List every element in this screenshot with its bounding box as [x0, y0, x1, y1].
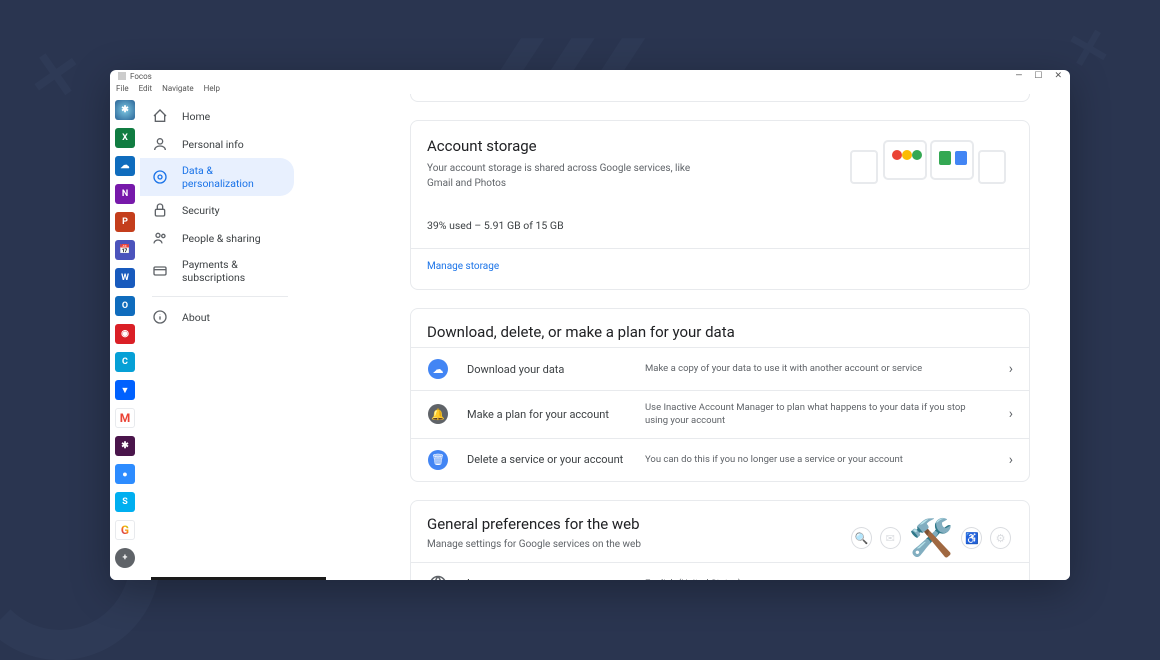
minimize-button[interactable]: — — [1015, 71, 1022, 81]
prefs-illustration-icon: 🔍 ✉ 🛠️ ♿ ⚙ — [851, 511, 1011, 566]
nav-item-people-sharing[interactable]: People & sharing — [140, 224, 294, 252]
app-launcher-icon[interactable]: ◉ — [115, 324, 135, 344]
people-icon — [152, 230, 168, 246]
previous-card-edge — [410, 94, 1030, 102]
nav-label: Payments & subscriptions — [182, 258, 282, 284]
info-icon — [152, 309, 168, 325]
app-launcher-icon[interactable]: C — [115, 352, 135, 372]
nav-item-home[interactable]: Home — [140, 102, 294, 130]
titlebar: Focos — ☐ ✕ — [110, 70, 1070, 82]
nav-label: Home — [182, 110, 210, 123]
chevron-right-icon: › — [1009, 452, 1013, 468]
app-launcher-icon[interactable]: 📅 — [115, 240, 135, 260]
nav-label: People & sharing — [182, 232, 261, 245]
data-plan-row[interactable]: 🔔 Make a plan for your account Use Inactiv… — [411, 390, 1029, 438]
row-icon: 🗑 — [427, 449, 449, 471]
nav-label: About — [182, 311, 210, 324]
lock-icon — [152, 202, 168, 218]
globe-icon — [427, 573, 449, 580]
card-icon — [152, 263, 168, 279]
nav-label: Data & personalization — [182, 164, 282, 190]
general-prefs-card: General preferences for the web Manage s… — [410, 500, 1030, 580]
account-storage-card: Account storage Your account storage is … — [410, 120, 1030, 290]
row-desc: Use Inactive Account Manager to plan wha… — [645, 401, 991, 428]
nav-label: Personal info — [182, 138, 244, 151]
app-sidebar: ✱ X ☁ NP 📅 WO ◉ C ▼ M ✱ ● SG + — [110, 94, 140, 580]
app-launcher-icon[interactable]: ✱ — [115, 436, 135, 456]
data-plan-title: Download, delete, or make a plan for you… — [411, 309, 1029, 347]
app-launcher-icon[interactable]: W — [115, 268, 135, 288]
chevron-right-icon: › — [1009, 361, 1013, 377]
data-plan-row[interactable]: ☁ Download your data Make a copy of your d… — [411, 347, 1029, 390]
data-plan-row[interactable]: 🗑 Delete a service or your account You can… — [411, 438, 1029, 481]
home-icon — [152, 108, 168, 124]
data-icon — [152, 169, 168, 185]
menu-edit[interactable]: Edit — [139, 84, 153, 93]
app-logo-icon — [118, 72, 126, 80]
nav-item-security[interactable]: Security — [140, 196, 294, 224]
app-launcher-icon[interactable]: G — [115, 520, 135, 540]
storage-desc: Your account storage is shared across Go… — [427, 161, 697, 191]
menu-navigate[interactable]: Navigate — [162, 84, 194, 93]
row-label: Delete a service or your account — [467, 453, 627, 466]
row-icon: 🔔 — [427, 403, 449, 425]
app-launcher-icon[interactable]: ✱ — [115, 100, 135, 120]
row-desc: You can do this if you no longer use a s… — [645, 453, 991, 466]
storage-illustration-icon — [849, 135, 1009, 189]
app-launcher-icon[interactable]: P — [115, 212, 135, 232]
app-launcher-icon[interactable]: M — [115, 408, 135, 428]
row-label: Download your data — [467, 363, 627, 376]
storage-used: 39% used – 5.91 GB of 15 GB — [427, 219, 1013, 232]
settings-nav: Home Personal info Data & personalization S… — [140, 94, 300, 580]
app-launcher-icon[interactable]: + — [115, 548, 135, 568]
nav-item-payments-subscriptions[interactable]: Payments & subscriptions — [140, 252, 294, 290]
chevron-right-icon: › — [1009, 406, 1013, 422]
app-launcher-icon[interactable]: N — [115, 184, 135, 204]
manage-storage-link[interactable]: Manage storage — [411, 248, 1029, 272]
app-window: Focos — ☐ ✕ File Edit Navigate Help ✱ X ☁ N… — [110, 70, 1070, 580]
nav-label: Security — [182, 204, 220, 217]
menu-file[interactable]: File — [116, 84, 129, 93]
app-launcher-icon[interactable]: X — [115, 128, 135, 148]
nav-item-data-personalization[interactable]: Data & personalization — [140, 158, 294, 196]
settings-content[interactable]: Account storage Your account storage is … — [300, 94, 1070, 580]
person-icon — [152, 136, 168, 152]
menu-help[interactable]: Help — [204, 84, 220, 93]
app-launcher-icon[interactable]: ▼ — [115, 380, 135, 400]
app-launcher-icon[interactable]: ● — [115, 464, 135, 484]
row-icon: ☁ — [427, 358, 449, 380]
menubar: File Edit Navigate Help — [110, 82, 1070, 94]
data-plan-card: Download, delete, or make a plan for you… — [410, 308, 1030, 482]
chevron-right-icon: › — [1009, 576, 1013, 580]
row-label: Make a plan for your account — [467, 408, 627, 421]
nav-divider — [152, 296, 288, 297]
nav-item-personal-info[interactable]: Personal info — [140, 130, 294, 158]
app-launcher-icon[interactable]: S — [115, 492, 135, 512]
app-launcher-icon[interactable]: O — [115, 296, 135, 316]
app-launcher-icon[interactable]: ☁ — [115, 156, 135, 176]
close-button[interactable]: ✕ — [1054, 71, 1062, 81]
maximize-button[interactable]: ☐ — [1034, 71, 1042, 81]
titlebar-title: Focos — [130, 72, 1015, 81]
nav-item-about[interactable]: About — [140, 303, 294, 331]
row-desc: Make a copy of your data to use it with … — [645, 362, 991, 375]
